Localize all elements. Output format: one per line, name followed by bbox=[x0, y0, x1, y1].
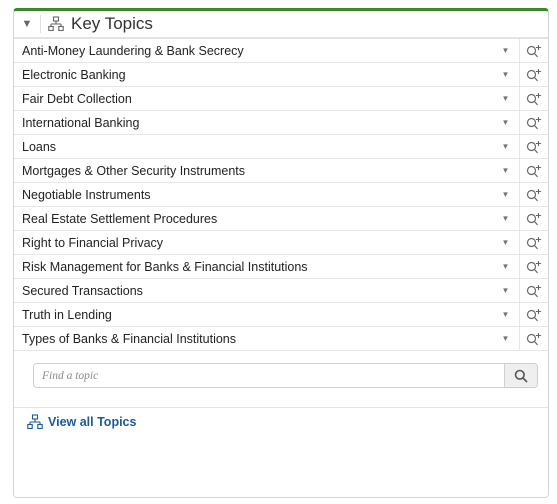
topic-row: Secured Transactions ▼ bbox=[14, 279, 548, 303]
topic-row: International Banking ▼ bbox=[14, 111, 548, 135]
caret-down-icon: ▼ bbox=[501, 70, 510, 79]
topic-link[interactable]: Negotiable Instruments bbox=[14, 183, 492, 206]
caret-down-icon: ▼ bbox=[501, 334, 510, 343]
search-plus-icon bbox=[526, 164, 541, 177]
topic-link[interactable]: Secured Transactions bbox=[14, 279, 492, 302]
search-plus-icon bbox=[526, 68, 541, 81]
topic-link[interactable]: Mortgages & Other Security Instruments bbox=[14, 159, 492, 182]
topic-list: Anti-Money Laundering & Bank Secrecy ▼ Ele… bbox=[14, 38, 548, 351]
topic-search-plus-button[interactable] bbox=[519, 327, 548, 350]
caret-down-icon: ▼ bbox=[501, 94, 510, 103]
search-icon bbox=[514, 369, 528, 383]
topic-search-box bbox=[33, 363, 538, 388]
topic-link[interactable]: Truth in Lending bbox=[14, 303, 492, 326]
topic-row: Fair Debt Collection ▼ bbox=[14, 87, 548, 111]
topic-expand-button[interactable]: ▼ bbox=[492, 279, 519, 302]
topic-expand-button[interactable]: ▼ bbox=[492, 303, 519, 326]
topic-search-plus-button[interactable] bbox=[519, 231, 548, 254]
search-plus-icon bbox=[526, 284, 541, 297]
search-plus-icon bbox=[526, 236, 541, 249]
topic-search-input[interactable] bbox=[34, 364, 504, 387]
search-plus-icon bbox=[526, 140, 541, 153]
caret-down-icon: ▼ bbox=[501, 286, 510, 295]
topic-row: Negotiable Instruments ▼ bbox=[14, 183, 548, 207]
panel-header: ▼ Key Topics bbox=[14, 11, 548, 38]
topic-row: Types of Banks & Financial Institutions ▼ bbox=[14, 327, 548, 351]
topic-expand-button[interactable]: ▼ bbox=[492, 39, 519, 62]
topic-expand-button[interactable]: ▼ bbox=[492, 207, 519, 230]
caret-down-icon: ▼ bbox=[501, 310, 510, 319]
sitemap-icon bbox=[41, 16, 71, 32]
topic-search-plus-button[interactable] bbox=[519, 207, 548, 230]
collapse-toggle[interactable]: ▼ bbox=[14, 18, 40, 30]
search-plus-icon bbox=[526, 188, 541, 201]
topic-search-button[interactable] bbox=[504, 364, 537, 387]
topic-row: Loans ▼ bbox=[14, 135, 548, 159]
caret-down-icon: ▼ bbox=[501, 262, 510, 271]
topic-row: Real Estate Settlement Procedures ▼ bbox=[14, 207, 548, 231]
view-all-topics-link[interactable]: View all Topics bbox=[27, 414, 136, 430]
topic-link[interactable]: Electronic Banking bbox=[14, 63, 492, 86]
search-plus-icon bbox=[526, 260, 541, 273]
topic-expand-button[interactable]: ▼ bbox=[492, 327, 519, 350]
search-plus-icon bbox=[526, 332, 541, 345]
caret-down-icon: ▼ bbox=[501, 142, 510, 151]
caret-down-icon: ▼ bbox=[501, 190, 510, 199]
search-plus-icon bbox=[526, 308, 541, 321]
topic-link[interactable]: Loans bbox=[14, 135, 492, 158]
search-plus-icon bbox=[526, 44, 541, 57]
search-plus-icon bbox=[526, 212, 541, 225]
caret-down-icon: ▼ bbox=[501, 46, 510, 55]
topic-search-plus-button[interactable] bbox=[519, 303, 548, 326]
topic-search-plus-button[interactable] bbox=[519, 63, 548, 86]
topic-link[interactable]: Fair Debt Collection bbox=[14, 87, 492, 110]
topic-row: Right to Financial Privacy ▼ bbox=[14, 231, 548, 255]
topic-expand-button[interactable]: ▼ bbox=[492, 183, 519, 206]
topic-link[interactable]: Risk Management for Banks & Financial In… bbox=[14, 255, 492, 278]
panel-title: Key Topics bbox=[71, 14, 153, 33]
caret-down-icon: ▼ bbox=[501, 166, 510, 175]
topic-expand-button[interactable]: ▼ bbox=[492, 63, 519, 86]
topic-search-area bbox=[14, 351, 548, 407]
topic-row: Anti-Money Laundering & Bank Secrecy ▼ bbox=[14, 39, 548, 63]
topic-link[interactable]: Types of Banks & Financial Institutions bbox=[14, 327, 492, 350]
topic-search-plus-button[interactable] bbox=[519, 159, 548, 182]
topic-link[interactable]: Anti-Money Laundering & Bank Secrecy bbox=[14, 39, 492, 62]
topic-row: Risk Management for Banks & Financial In… bbox=[14, 255, 548, 279]
caret-down-icon: ▼ bbox=[501, 214, 510, 223]
topic-row: Mortgages & Other Security Instruments ▼ bbox=[14, 159, 548, 183]
caret-down-icon: ▼ bbox=[501, 238, 510, 247]
topic-expand-button[interactable]: ▼ bbox=[492, 135, 519, 158]
topic-row: Electronic Banking ▼ bbox=[14, 63, 548, 87]
topic-search-plus-button[interactable] bbox=[519, 111, 548, 134]
topic-search-plus-button[interactable] bbox=[519, 135, 548, 158]
topic-search-plus-button[interactable] bbox=[519, 87, 548, 110]
caret-down-icon: ▼ bbox=[21, 18, 33, 30]
sitemap-icon bbox=[27, 414, 43, 430]
topic-expand-button[interactable]: ▼ bbox=[492, 159, 519, 182]
caret-down-icon: ▼ bbox=[501, 118, 510, 127]
key-topics-panel: ▼ Key Topics Anti-Money Laundering & Ban… bbox=[13, 8, 549, 498]
topic-expand-button[interactable]: ▼ bbox=[492, 111, 519, 134]
search-plus-icon bbox=[526, 116, 541, 129]
topic-expand-button[interactable]: ▼ bbox=[492, 87, 519, 110]
topic-expand-button[interactable]: ▼ bbox=[492, 255, 519, 278]
topic-search-plus-button[interactable] bbox=[519, 279, 548, 302]
topic-row: Truth in Lending ▼ bbox=[14, 303, 548, 327]
topic-search-plus-button[interactable] bbox=[519, 183, 548, 206]
topic-link[interactable]: Real Estate Settlement Procedures bbox=[14, 207, 492, 230]
search-plus-icon bbox=[526, 92, 541, 105]
topic-search-plus-button[interactable] bbox=[519, 39, 548, 62]
topic-link[interactable]: International Banking bbox=[14, 111, 492, 134]
panel-footer: View all Topics bbox=[14, 407, 548, 436]
topic-expand-button[interactable]: ▼ bbox=[492, 231, 519, 254]
view-all-topics-label: View all Topics bbox=[48, 415, 137, 429]
topic-search-plus-button[interactable] bbox=[519, 255, 548, 278]
topic-link[interactable]: Right to Financial Privacy bbox=[14, 231, 492, 254]
